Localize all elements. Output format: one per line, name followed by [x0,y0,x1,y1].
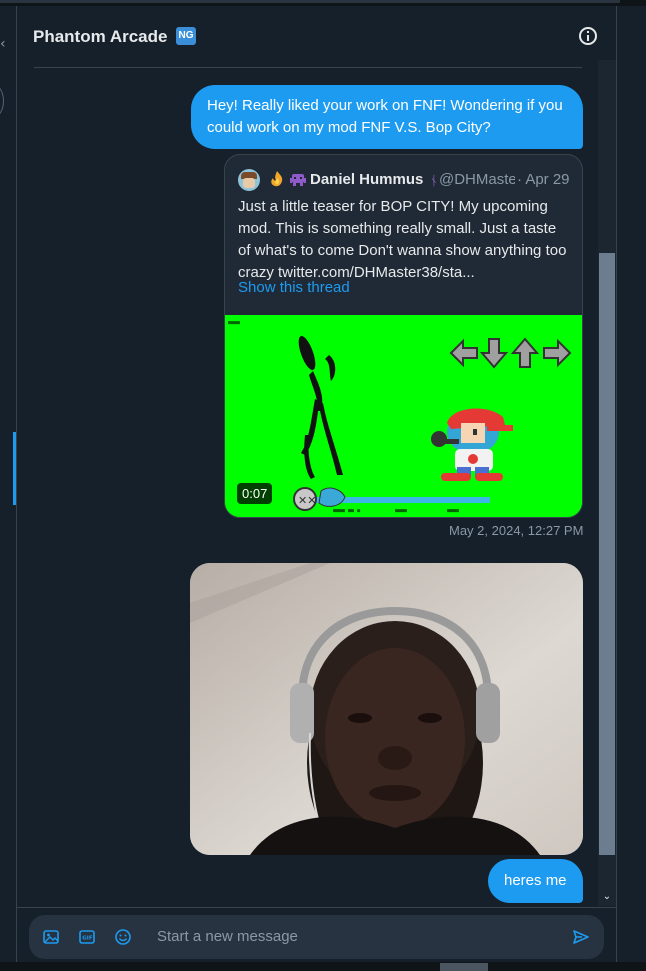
tweet-text: Just a little teaser for BOP CITY! My up… [238,198,567,281]
emoji-icon[interactable] [114,928,132,946]
message-text: heres me [504,872,567,889]
active-conversation-indicator [13,432,16,505]
collapse-icon[interactable]: ‹ [0,36,6,52]
tweet-author-handle[interactable]: @DHMaster38 [439,171,515,188]
send-icon[interactable] [572,928,590,946]
bottom-strip [0,962,646,971]
conversation-header: Phantom Arcade NG [33,22,603,66]
shared-tweet-card[interactable]: Daniel Hummus ᚾ @DHMaster38 · Apr 29 Jus… [224,154,583,518]
ng-badge-icon: NG [176,27,196,45]
selfie-photo [190,563,583,855]
tweet-header: Daniel Hummus ᚾ @DHMaster38 · Apr 29 [238,169,578,191]
alien-monster-emoji-icon [290,174,306,186]
horizontal-scroll-thumb[interactable] [440,963,488,971]
image-icon[interactable] [42,928,60,946]
info-icon[interactable] [579,27,597,45]
left-nav-column: ‹ [0,6,17,962]
show-thread-link[interactable]: Show this thread [238,279,350,296]
fire-emoji-icon [271,171,283,187]
sent-message-bubble[interactable]: Hey! Really liked your work on FNF! Wond… [191,85,583,149]
sent-message-bubble[interactable]: heres me [488,859,583,903]
sent-photo[interactable] [190,563,583,855]
scroll-down-icon[interactable]: ⌄ [600,890,614,904]
avatar[interactable] [238,169,260,191]
svg-text:■■■■: ■■■■ [395,508,407,514]
purple-badge-icon: ᚾ [430,173,438,188]
tweet-author-name[interactable]: Daniel Hummus [310,171,423,188]
conversation-title[interactable]: Phantom Arcade [33,27,167,47]
message-composer[interactable]: GIF Start a new message [29,915,604,959]
top-strip [0,0,646,6]
scrollbar-thumb[interactable] [599,253,615,855]
tweet-date: · Apr 29 [517,171,570,188]
video-duration: 0:07 [237,483,273,504]
header-divider [34,67,582,68]
message-timestamp: May 2, 2024, 12:27 PM [449,523,584,538]
svg-text:GIF: GIF [82,936,93,942]
right-gutter [617,6,646,962]
tweet-video[interactable]: ■■■■ ✕✕ ■■■■ ■■ ■ ■■■■ ■■■■ 0:07 [225,315,582,517]
svg-text:■■■■: ■■■■ [228,320,240,326]
gif-icon[interactable]: GIF [78,928,96,946]
video-frame: ■■■■ ✕✕ ■■■■ ■■ ■ ■■■■ ■■■■ [225,315,582,517]
svg-text:✕✕: ✕✕ [298,494,316,507]
message-input[interactable]: Start a new message [157,928,298,945]
svg-text:■■■■ ■■ ■: ■■■■ ■■ ■ [333,508,360,514]
left-avatar-edge[interactable] [0,84,4,118]
svg-text:■■■■: ■■■■ [447,508,459,514]
message-text: Hey! Really liked your work on FNF! Wond… [207,97,563,136]
dm-window: ‹ Phantom Arcade NG Hey! Really liked yo… [0,0,646,971]
